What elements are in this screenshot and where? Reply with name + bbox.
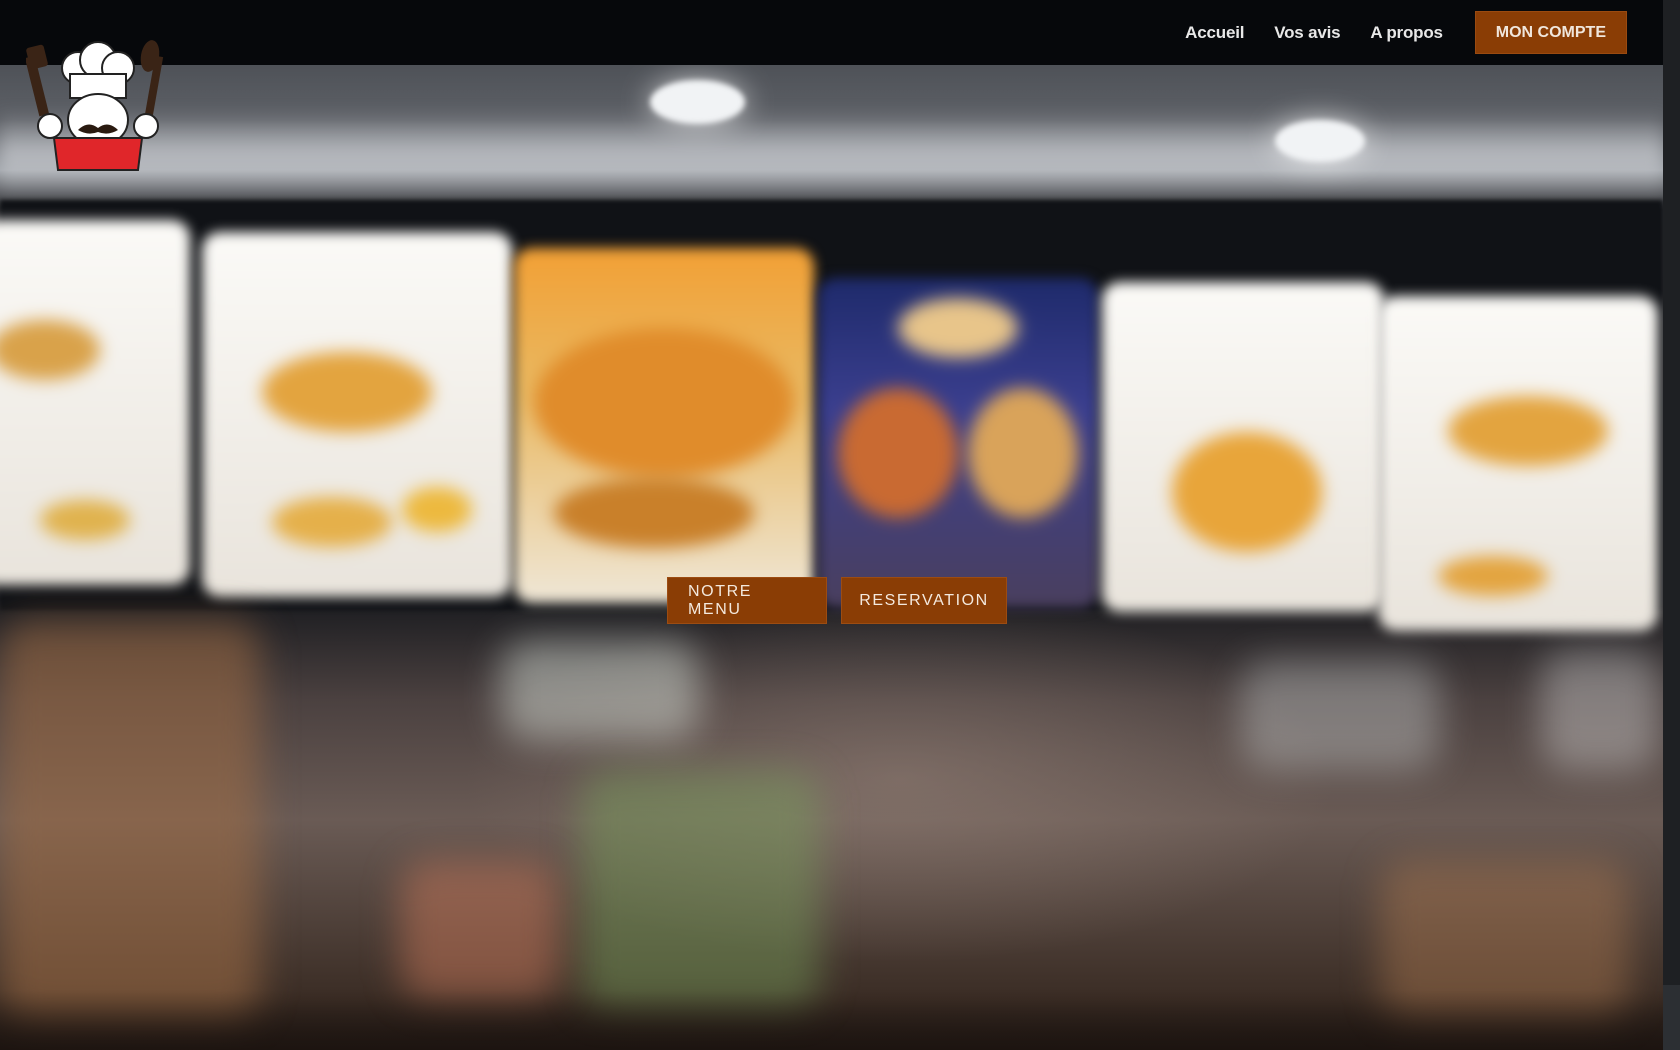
notre-menu-button[interactable]: NOTRE MENU [667, 577, 827, 624]
hero-background [0, 0, 1663, 1050]
menu-board-panel [1378, 296, 1658, 631]
menu-board-panel [1102, 282, 1384, 612]
counter-area [500, 640, 700, 740]
ceiling-lamp [650, 80, 745, 124]
bottom-fade [0, 990, 1663, 1050]
scrollbar-thumb[interactable] [1663, 0, 1680, 985]
counter-area [580, 770, 820, 1010]
ceiling-lamp [1275, 120, 1365, 162]
counter-area [400, 860, 560, 1000]
menu-board-panel [0, 220, 190, 585]
menu-board-panel [202, 232, 512, 597]
counter-area [0, 620, 260, 1020]
nav-link-accueil[interactable]: Accueil [1185, 23, 1244, 43]
chef-mascot-icon[interactable] [24, 38, 166, 178]
menu-board-panel [818, 278, 1098, 608]
menu-board-panel [514, 248, 814, 603]
hero-cta-row: NOTRE MENU RESERVATION [667, 577, 1007, 624]
logo-graphic [24, 40, 164, 171]
counter-area [1540, 650, 1660, 770]
top-navigation-bar: Accueil Vos avis A propos MON COMPTE [0, 0, 1663, 65]
main-nav: Accueil Vos avis A propos MON COMPTE [1185, 0, 1646, 65]
nav-link-vos-avis[interactable]: Vos avis [1274, 23, 1340, 43]
nav-link-a-propos[interactable]: A propos [1370, 23, 1443, 43]
reservation-button[interactable]: RESERVATION [841, 577, 1007, 624]
counter-area [1240, 660, 1440, 770]
account-button[interactable]: MON COMPTE [1474, 11, 1627, 54]
ceiling-light-band [0, 110, 1663, 200]
